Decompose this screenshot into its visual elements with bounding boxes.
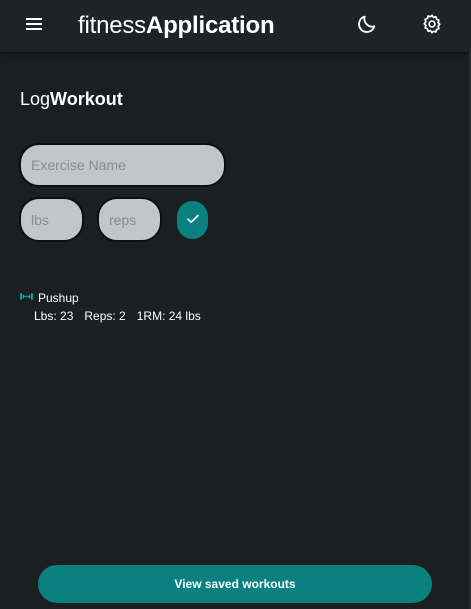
log-workout-heading-bold: Workout xyxy=(50,89,123,109)
view-saved-workouts-button[interactable]: View saved workouts xyxy=(38,565,432,603)
exercise-name-input[interactable] xyxy=(19,143,226,187)
app-bar: fitnessApplication xyxy=(0,0,471,52)
checkmark-icon xyxy=(186,211,199,229)
settings-button[interactable] xyxy=(414,8,450,44)
workout-list: Pushup Lbs: 23 Reps: 2 1RM: 24 lbs xyxy=(19,289,259,329)
log-workout-heading-light: Log xyxy=(20,89,51,109)
menu-button[interactable] xyxy=(17,8,53,44)
gear-icon xyxy=(421,13,443,40)
moon-icon xyxy=(356,13,378,40)
workout-stats: Lbs: 23 Reps: 2 1RM: 24 lbs xyxy=(34,309,212,324)
log-workout-heading: LogWorkout xyxy=(20,88,123,110)
reps-input[interactable] xyxy=(97,197,162,242)
app-title: fitnessApplication xyxy=(78,11,275,41)
lbs-input[interactable] xyxy=(19,197,84,242)
theme-toggle-button[interactable] xyxy=(349,8,385,44)
workout-item: Pushup Lbs: 23 Reps: 2 1RM: 24 lbs xyxy=(19,289,259,329)
workout-name-row: Pushup xyxy=(19,289,79,307)
workout-name: Pushup xyxy=(38,290,79,305)
workout-1rm: 1RM: 24 lbs xyxy=(136,309,201,323)
app-title-bold: Application xyxy=(145,12,275,39)
app-root: fitnessApplication LogWorkout Exercise N… xyxy=(0,0,471,609)
hamburger-menu-icon xyxy=(26,17,44,36)
app-title-light: fitness xyxy=(78,12,146,39)
workout-lbs: Lbs: 23 xyxy=(34,309,74,323)
workout-reps: Reps: 2 xyxy=(84,309,126,323)
dumbbell-icon xyxy=(19,289,34,307)
submit-workout-button[interactable] xyxy=(177,201,208,239)
